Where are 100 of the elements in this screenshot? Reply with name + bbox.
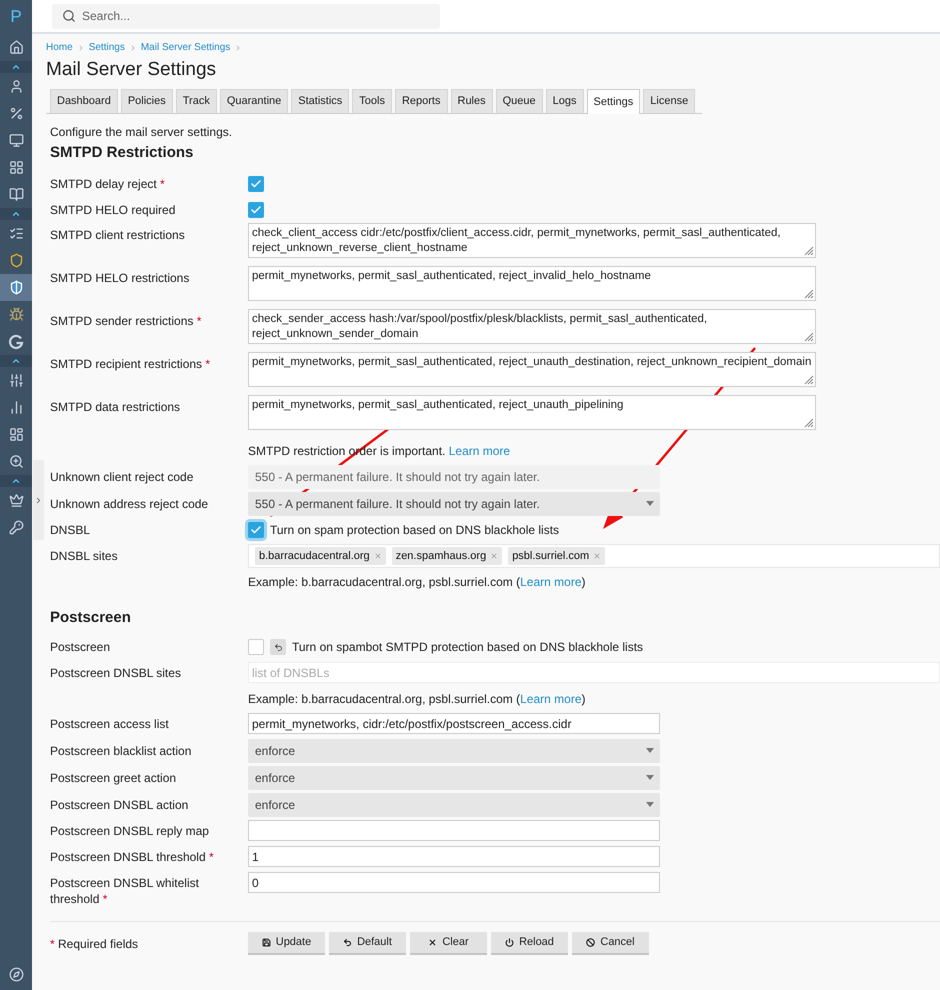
bar-chart-icon — [8, 400, 24, 415]
check-icon — [250, 524, 262, 536]
select-field[interactable]: enforce — [248, 792, 660, 816]
book-icon — [8, 187, 24, 202]
section-toggle[interactable] — [0, 208, 32, 220]
bug-icon — [8, 307, 24, 322]
field-label: Postscreen DNSBL threshold * — [50, 850, 214, 864]
section-toggle[interactable] — [0, 475, 32, 487]
field-label: DNSBL — [50, 523, 90, 537]
chevron-up-icon — [11, 476, 21, 486]
textarea-field[interactable]: check_sender_access hash:/var/spool/postfix/plesk/blacklists, permit_sasl_authenticated, reject_unknown_sender_domain — [248, 309, 816, 344]
compass-icon[interactable] — [8, 967, 24, 982]
form-button[interactable]: Clear — [410, 932, 487, 955]
tab[interactable]: Statistics — [291, 89, 350, 113]
tab[interactable]: Queue — [496, 89, 543, 113]
field-label: SMTPD delay reject * — [50, 177, 165, 191]
form-button[interactable]: Reload — [491, 932, 568, 955]
tag[interactable]: zen.spamhaus.org — [392, 547, 502, 565]
breadcrumb-link[interactable]: Mail Server Settings — [140, 40, 230, 55]
checkbox[interactable] — [248, 176, 264, 192]
field-label: Postscreen DNSBL whitelist threshold * — [50, 876, 199, 906]
tag[interactable]: b.barracudacentral.org — [255, 547, 386, 565]
field-label: Unknown address reject code — [50, 496, 208, 510]
field-label: SMTPD data restrictions — [50, 400, 180, 414]
textarea-field[interactable]: permit_mynetworks, permit_sasl_authenticated, reject_unauth_destination, reject_unknown_recipient_domain — [248, 352, 816, 387]
select-field[interactable]: enforce — [248, 766, 660, 790]
textarea-field[interactable]: check_client_access cidr:/etc/postfix/client_access.cidr, permit_mynetworks, permit_sasl_authenticated, reject_unknown_reverse_client_hostname — [248, 223, 816, 258]
tab[interactable]: Quarantine — [220, 89, 288, 113]
power-icon — [505, 938, 514, 947]
dropdown-arrow-icon — [646, 748, 654, 753]
undo-icon — [343, 938, 352, 947]
select-field[interactable]: enforce — [248, 738, 660, 762]
tab[interactable]: Policies — [120, 89, 173, 113]
checkbox-label: Turn on spambot SMTPD protection based on DNS blackhole lists — [292, 639, 644, 656]
field-label: Postscreen — [50, 640, 110, 654]
search-field[interactable]: Search... — [52, 4, 440, 28]
learn-more-link[interactable]: Learn more — [448, 444, 510, 458]
tab[interactable]: Reports — [394, 89, 448, 113]
collapse-handle[interactable] — [33, 460, 44, 540]
zoom-icon — [8, 454, 24, 469]
section-toggle[interactable] — [0, 355, 32, 367]
close-icon — [428, 938, 438, 947]
field-label: SMTPD client restrictions — [50, 228, 185, 242]
field-label: Postscreen greet action — [50, 770, 176, 784]
tab[interactable]: Logs — [546, 89, 584, 113]
sliders-icon — [8, 373, 24, 388]
field-label: SMTPD HELO required — [50, 203, 176, 217]
sidebar-item[interactable] — [0, 274, 32, 301]
tab[interactable]: Rules — [450, 89, 493, 113]
resize-grip-icon — [804, 375, 814, 385]
g-logo-icon — [8, 334, 24, 350]
input-field[interactable]: 0 — [248, 872, 660, 893]
textarea-field[interactable]: permit_mynetworks, permit_sasl_authenticated, reject_invalid_helo_hostname — [248, 266, 816, 301]
field-label: SMTPD recipient restrictions * — [50, 357, 210, 371]
field-label: DNSBL sites — [50, 549, 118, 563]
input-field[interactable]: 1 — [248, 846, 660, 867]
field-label: Postscreen access list — [50, 717, 169, 731]
form-button[interactable]: Cancel — [572, 932, 649, 955]
checkbox[interactable] — [248, 202, 264, 218]
breadcrumb-link[interactable]: Home — [46, 40, 73, 55]
section-toggle[interactable] — [0, 61, 32, 73]
reset-button[interactable] — [270, 639, 286, 655]
home-icon — [8, 40, 24, 55]
search-icon — [62, 9, 76, 23]
tab[interactable]: Track — [176, 89, 217, 113]
required-note: * Required fields — [50, 937, 138, 951]
check-icon — [250, 204, 262, 216]
monitor-icon — [8, 133, 24, 148]
textarea-field[interactable]: permit_mynetworks, permit_sasl_authenticated, reject_unauth_pipelining — [248, 395, 816, 430]
save-icon — [262, 938, 271, 947]
form-button[interactable]: Default — [329, 932, 406, 955]
intro-text: Configure the mail server settings. — [50, 124, 234, 140]
percent-icon — [8, 106, 24, 121]
field-label: Postscreen blacklist action — [50, 744, 192, 758]
page-title: Mail Server Settings — [46, 58, 218, 82]
learn-more-link[interactable]: Learn more — [520, 692, 582, 706]
logo[interactable]: P — [10, 0, 22, 34]
field-label: Postscreen DNSBL reply map — [50, 824, 209, 838]
resize-grip-icon — [804, 246, 814, 256]
tab[interactable]: Settings — [586, 89, 640, 114]
breadcrumb-link[interactable]: Settings — [88, 40, 125, 55]
input-field[interactable]: permit_mynetworks, cidr:/etc/postfix/postscreen_access.cidr — [248, 713, 660, 734]
checkbox[interactable] — [248, 522, 264, 538]
input-field[interactable] — [248, 820, 660, 841]
hint-text: Example: b.barracudacentral.org, psbl.surriel.com (Learn more) — [248, 690, 586, 708]
form-button[interactable]: Update — [248, 932, 325, 955]
tags-field[interactable]: b.barracudacentral.org zen.spamhaus.org psbl.surriel.com — [248, 544, 940, 568]
tag[interactable]: psbl.surriel.com — [508, 547, 606, 565]
checkbox[interactable] — [248, 639, 264, 655]
hint-text: Example: b.barracudacentral.org, psbl.surriel.com (Learn more) — [248, 574, 586, 590]
tab[interactable]: Tools — [352, 89, 392, 113]
select-field[interactable]: 550 - A permanent failure. It should not try again later. — [248, 492, 660, 516]
tab[interactable]: License — [643, 89, 696, 113]
section-heading: Postscreen — [50, 608, 132, 628]
grid-icon — [8, 160, 24, 175]
field-label: SMTPD HELO restrictions — [50, 271, 190, 285]
learn-more-link[interactable]: Learn more — [520, 574, 582, 588]
tab[interactable]: Dashboard — [50, 89, 118, 113]
cancel-icon — [586, 938, 596, 947]
field-label: Postscreen DNSBL sites — [50, 666, 181, 680]
